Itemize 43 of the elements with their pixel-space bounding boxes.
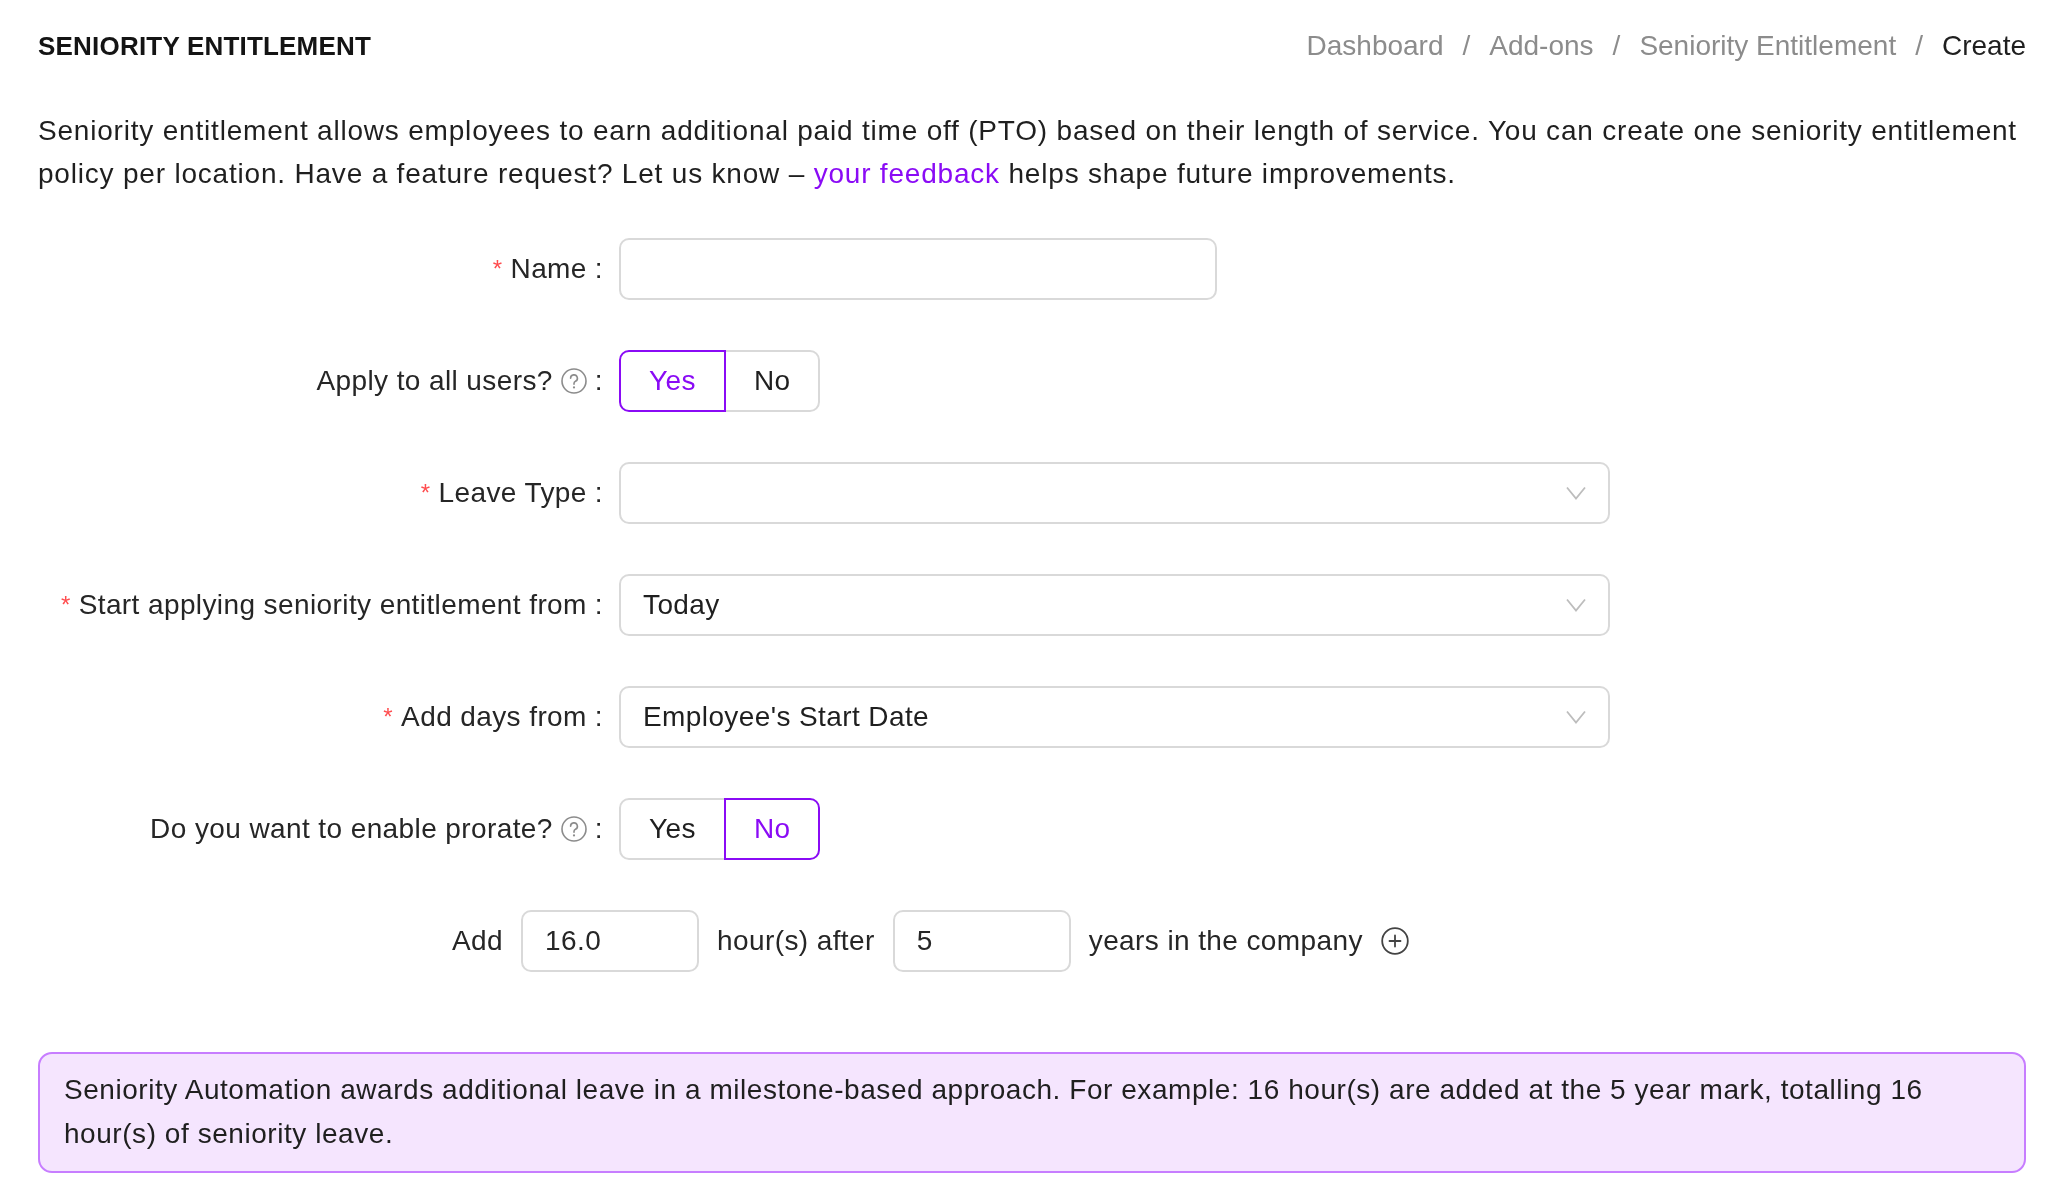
option-button[interactable]: No xyxy=(723,798,821,860)
page-title: SENIORITY ENTITLEMENT xyxy=(38,30,372,62)
option-button[interactable]: Yes xyxy=(619,798,726,860)
label-colon: : xyxy=(594,253,603,285)
plus-circle-icon[interactable] xyxy=(1380,927,1409,955)
option-button[interactable]: No xyxy=(723,350,821,412)
help-icon[interactable] xyxy=(560,368,587,394)
breadcrumb-separator: / xyxy=(1612,30,1621,62)
required-mark: * xyxy=(60,591,71,619)
text-input[interactable] xyxy=(619,238,1217,300)
label-colon: : xyxy=(594,589,603,621)
field-label: Apply to all users? xyxy=(316,365,553,397)
required-mark: * xyxy=(383,703,394,731)
field-label: Add days from xyxy=(401,701,587,733)
hours-after-text: hour(s) after xyxy=(717,925,875,957)
required-mark: * xyxy=(420,479,431,507)
add-text: Add xyxy=(452,925,504,957)
chevron-down-icon xyxy=(1566,710,1586,724)
feedback-link[interactable]: your feedback xyxy=(813,158,1000,189)
dropdown-field[interactable]: Employee's Start Date xyxy=(619,686,1610,748)
hours-input[interactable]: 16.0 xyxy=(521,910,700,972)
required-mark: * xyxy=(492,255,503,283)
breadcrumb-current: Create xyxy=(1941,30,2026,62)
field-label: Start applying seniority entitlement from xyxy=(78,589,587,621)
field-label: Do you want to enable prorate? xyxy=(150,813,553,845)
info-note: Seniority Automation awards additional leave in a milestone-based approach. For example: 16 hour(s) are added at the 5 year mark, totalling 16 hour(s) of seniority leave. xyxy=(38,1052,2026,1173)
dropdown-field[interactable] xyxy=(619,462,1610,524)
dropdown-field[interactable]: Today xyxy=(619,574,1610,636)
help-icon[interactable] xyxy=(560,816,587,842)
years-input[interactable]: 5 xyxy=(892,910,1071,972)
breadcrumb-separator: / xyxy=(1915,30,1923,62)
label-colon: : xyxy=(594,477,603,509)
chevron-down-icon xyxy=(1566,486,1586,500)
option-button[interactable]: Yes xyxy=(619,350,726,412)
label-colon: : xyxy=(594,365,603,397)
field-label: Leave Type xyxy=(438,477,587,509)
chevron-down-icon xyxy=(1566,598,1586,612)
label-colon: : xyxy=(594,701,603,733)
intro-paragraph: Seniority entitlement allows employees to earn additional paid time off (PTO) based on their length of service. You can create one seniority entitlement policy per location. Have a feature request? Let us know – your feedback helps shape future improvements. xyxy=(38,114,2018,191)
field-label: Name xyxy=(510,253,587,285)
breadcrumb-separator: / xyxy=(1462,30,1471,62)
years-text: years in the company xyxy=(1088,925,1363,957)
label-colon: : xyxy=(594,813,603,845)
